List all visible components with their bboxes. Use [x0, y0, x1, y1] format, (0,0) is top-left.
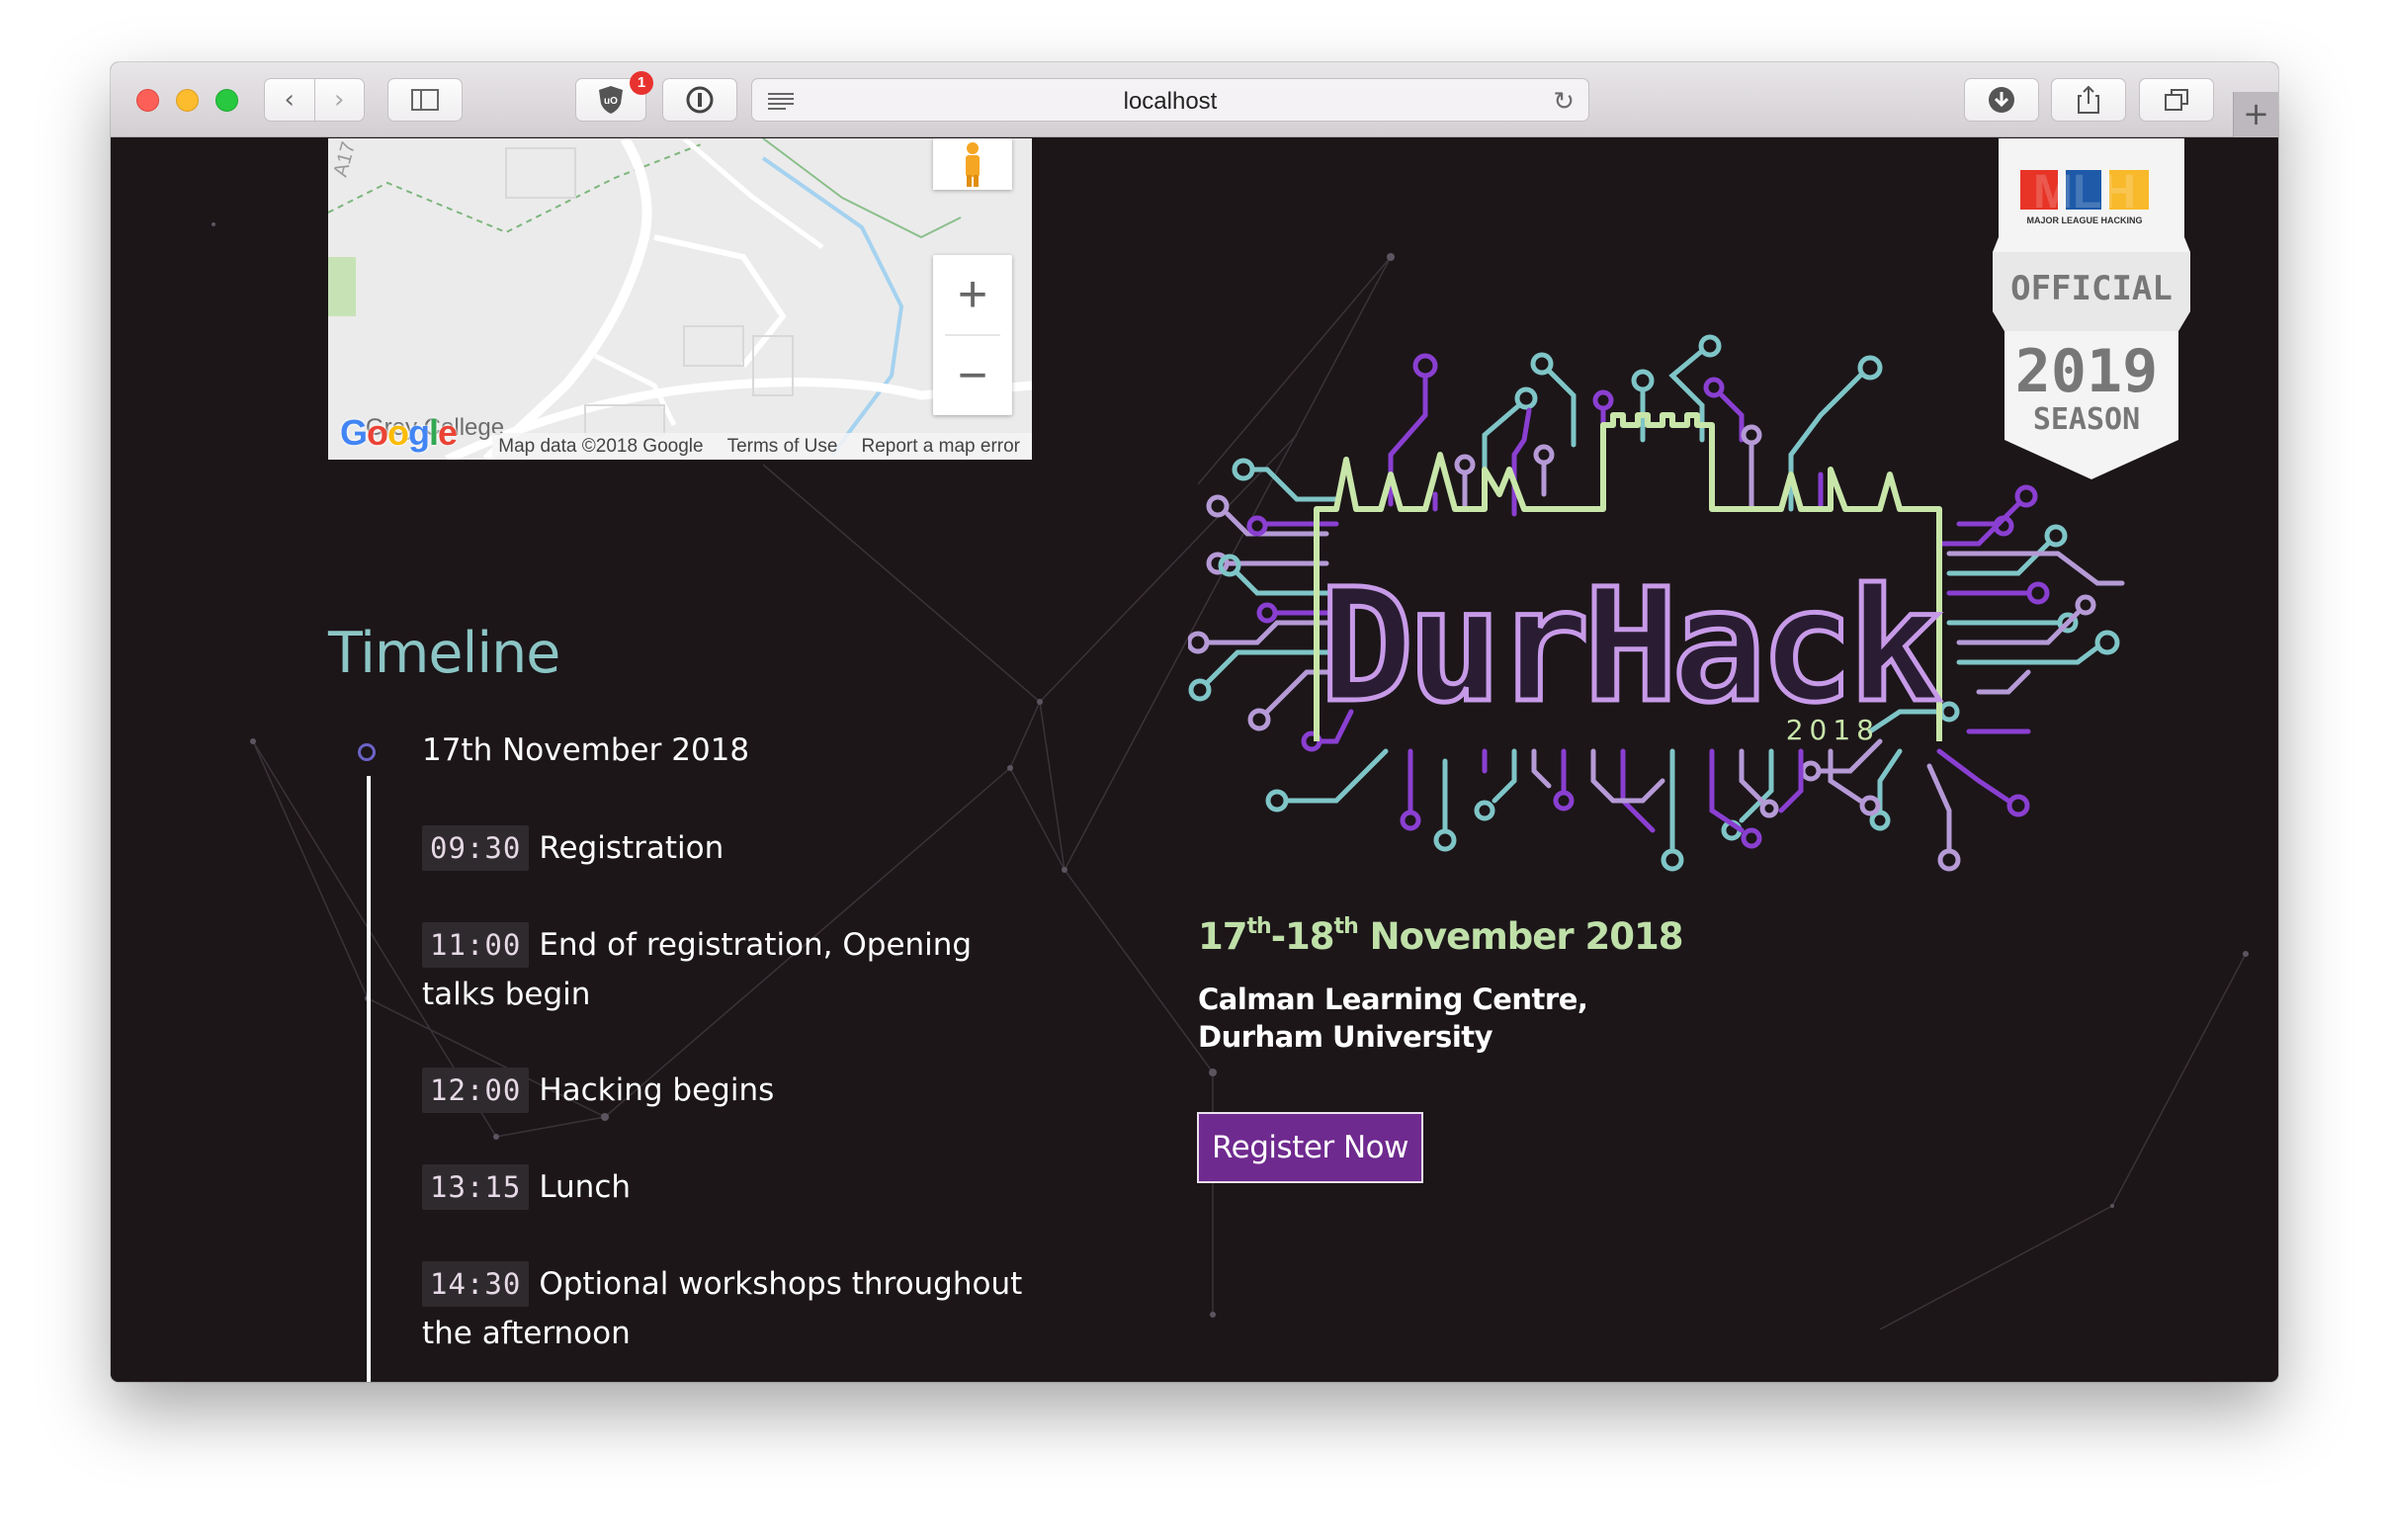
- map-attribution: Map data ©2018 Google Terms of Use Repor…: [492, 433, 1032, 460]
- date-end: 18: [1285, 915, 1334, 958]
- shield-icon: uO: [599, 86, 623, 114]
- date-rest: November 2018: [1369, 915, 1684, 958]
- timeline-date: 17th November 2018: [422, 732, 750, 768]
- timeline-item: 14:30 Optional workshops throughout the a…: [422, 1259, 1035, 1358]
- url-text: localhost: [1123, 88, 1218, 115]
- timeline-label: Hacking begins: [539, 1072, 775, 1108]
- share-button[interactable]: [2051, 78, 2126, 122]
- timeline-item: 12:00 Hacking begins: [422, 1066, 1035, 1115]
- new-tab-button[interactable]: +: [2233, 92, 2278, 137]
- chevron-left-icon: ‹: [284, 85, 295, 115]
- date-end-suffix: th: [1333, 914, 1359, 939]
- timeline-marker: [358, 743, 376, 761]
- back-button[interactable]: ‹: [265, 79, 314, 121]
- mlh-season: SEASON: [2033, 402, 2140, 437]
- minimize-window-button[interactable]: [176, 89, 199, 112]
- zoom-in-button[interactable]: +: [933, 255, 1012, 334]
- ublock-extension-button[interactable]: uO 1: [575, 71, 653, 122]
- timeline-heading: Timeline: [328, 621, 560, 686]
- date-start-suffix: th: [1246, 914, 1272, 939]
- timeline-time: 09:30: [422, 825, 530, 871]
- timeline-time: 14:30: [422, 1261, 530, 1307]
- plus-icon: +: [2243, 95, 2269, 132]
- timeline-time: 11:00: [422, 922, 530, 968]
- timeline-item: 09:30 Registration: [422, 823, 1035, 873]
- timeline-label: Lunch: [539, 1169, 632, 1205]
- browser-window: ‹ › uO 1 localhost ↻ + A17 + − Grey Coll…: [111, 62, 2278, 1382]
- logo-year: 2018: [1786, 714, 1880, 746]
- tabs-icon: [2165, 89, 2188, 111]
- chevron-right-icon: ›: [334, 85, 345, 115]
- downloads-button[interactable]: [1964, 78, 2039, 122]
- password-manager-button[interactable]: [662, 78, 737, 122]
- event-dates: 17th-18th November 2018: [1198, 914, 1684, 958]
- report-map-error-link[interactable]: Report a map error: [861, 436, 1020, 458]
- venue-line-1: Calman Learning Centre,: [1198, 983, 1588, 1016]
- register-now-button[interactable]: Register Now: [1197, 1112, 1423, 1183]
- timeline-label: Registration: [539, 830, 725, 866]
- info-circle-icon: [686, 86, 714, 114]
- event-venue: Calman Learning Centre, Durham Universit…: [1198, 981, 1588, 1056]
- timeline-item: 11:00 End of registration, Opening talks …: [422, 920, 1035, 1019]
- timeline-time: 12:00: [422, 1068, 530, 1113]
- navigation-buttons: ‹ ›: [264, 78, 365, 122]
- forward-button[interactable]: ›: [313, 79, 365, 121]
- zoom-out-button[interactable]: −: [933, 336, 1012, 415]
- mlh-subtitle: MAJOR LEAGUE HACKING: [2026, 215, 2142, 225]
- reload-icon[interactable]: ↻: [1553, 87, 1575, 117]
- sidebar-icon: [411, 89, 439, 111]
- tab-overview-button[interactable]: [2139, 78, 2214, 122]
- date-start: 17: [1198, 915, 1247, 958]
- street-view-pegman[interactable]: [933, 138, 1012, 190]
- timeline-rule: [367, 776, 371, 1382]
- map-data-credit: Map data ©2018 Google: [498, 435, 704, 457]
- page-viewport: A17 + − Grey College Google Map data ©20…: [111, 138, 2278, 1382]
- venue-line-2: Durham University: [1198, 1020, 1493, 1054]
- close-window-button[interactable]: [136, 89, 159, 112]
- map-zoom-controls: + −: [933, 255, 1012, 415]
- logo-wordmark: DurHack: [1320, 556, 1940, 737]
- mlh-year: 2019: [2015, 337, 2159, 406]
- venue-map[interactable]: A17 + − Grey College Google Map data ©20…: [328, 138, 1032, 460]
- timeline-item: 13:15 Lunch: [422, 1162, 1035, 1212]
- mlh-official: OFFICIAL: [2010, 269, 2173, 308]
- mlh-letters: MLH: [2033, 166, 2136, 218]
- address-bar[interactable]: localhost ↻: [751, 78, 1589, 122]
- google-logo[interactable]: Google: [340, 412, 458, 454]
- download-icon: [1989, 87, 2014, 113]
- mlh-trust-badge[interactable]: MLH MAJOR LEAGUE HACKING OFFICIAL 2019 S…: [1993, 138, 2190, 489]
- zoom-window-button[interactable]: [215, 89, 238, 112]
- sidebar-toggle-button[interactable]: [387, 78, 463, 122]
- share-icon: [2078, 85, 2099, 114]
- browser-toolbar: ‹ › uO 1 localhost ↻ +: [111, 62, 2278, 137]
- notification-badge: 1: [630, 71, 653, 95]
- timeline-time: 13:15: [422, 1164, 530, 1210]
- svg-text:uO: uO: [604, 96, 618, 107]
- pegman-icon: [966, 142, 980, 187]
- terms-of-use-link[interactable]: Terms of Use: [727, 436, 838, 458]
